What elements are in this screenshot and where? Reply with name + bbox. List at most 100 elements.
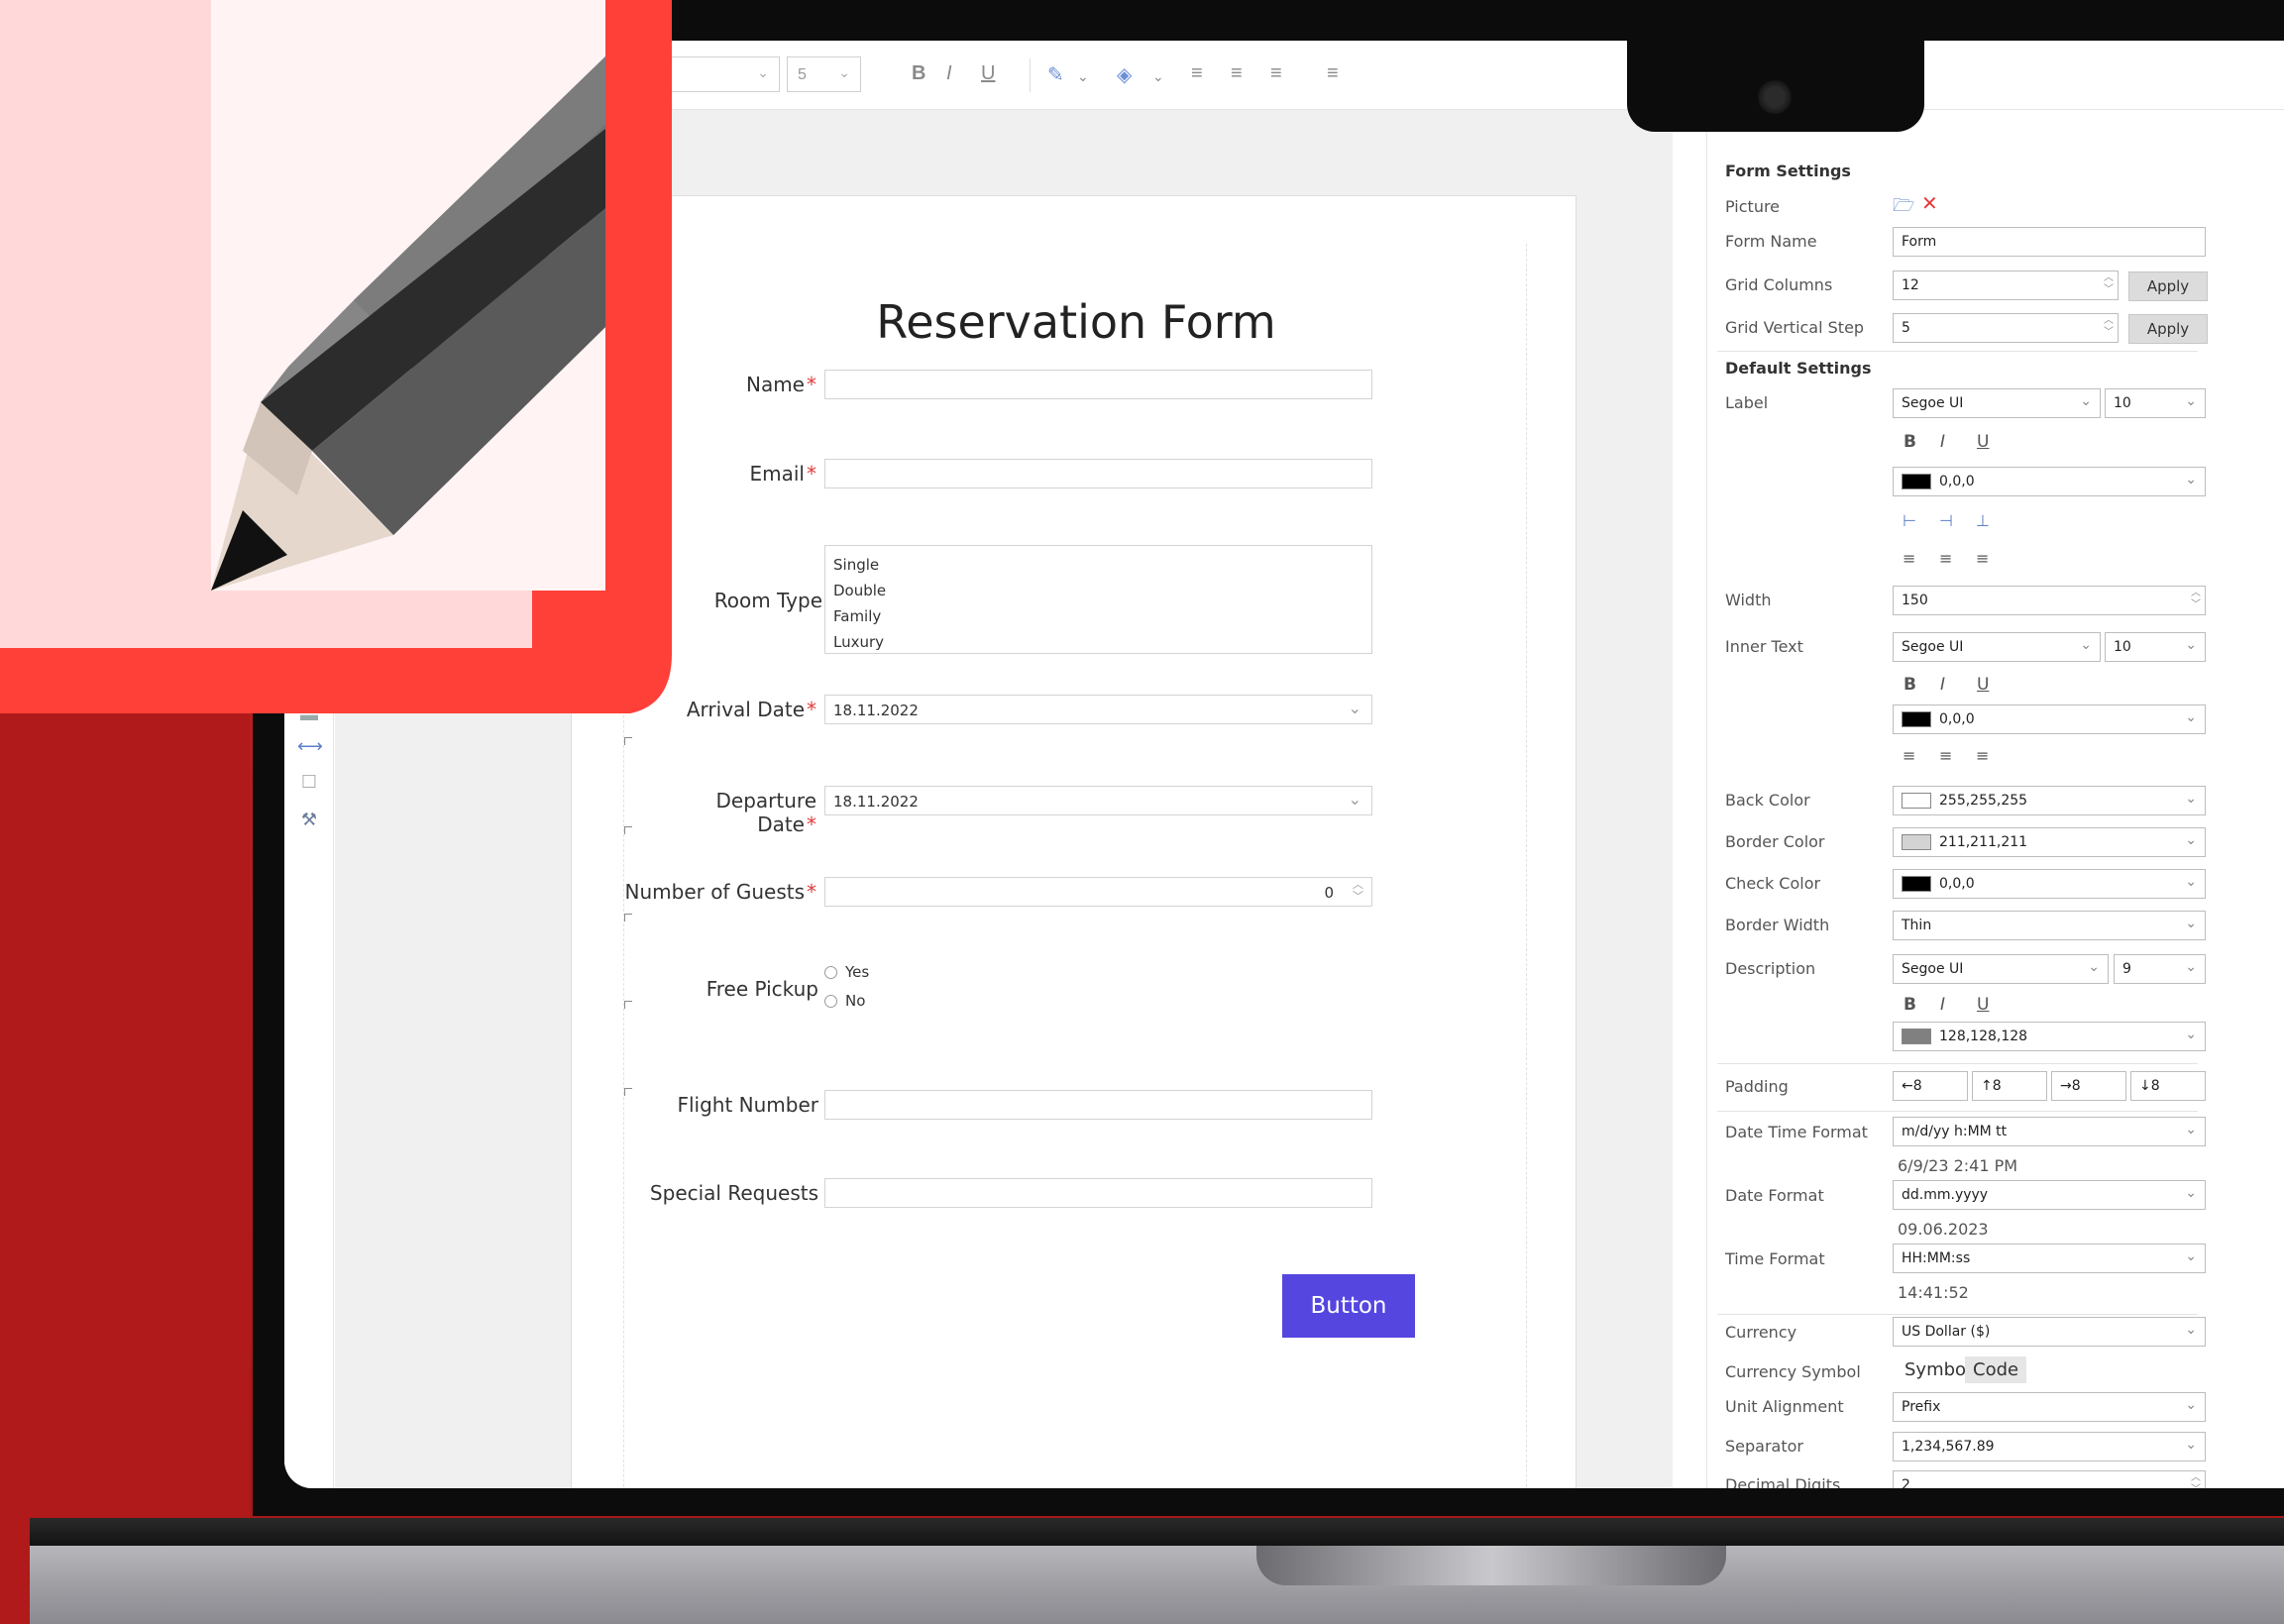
apply-grid-columns-button[interactable]: Apply <box>2128 271 2208 301</box>
inner-color-value: 0,0,0 <box>1939 711 1975 727</box>
label-underline-button[interactable]: U <box>1977 432 1989 452</box>
label-size-select[interactable]: 10 ⌄ <box>2105 388 2206 418</box>
name-input[interactable] <box>824 370 1372 399</box>
spinner-icon[interactable]: ︿﹀ <box>2104 272 2114 296</box>
arrival-date-picker[interactable]: 18.11.2022 ⌄ <box>824 695 1372 724</box>
label-bold-button[interactable]: B <box>1903 432 1916 452</box>
back-color-select[interactable]: 255,255,255 ⌄ <box>1893 786 2206 815</box>
submit-button[interactable]: Button <box>1282 1274 1415 1338</box>
align-left-icon[interactable]: ≡ <box>1191 62 1203 85</box>
check-color-select[interactable]: 0,0,0 ⌄ <box>1893 869 2206 899</box>
label-color-select[interactable]: 0,0,0 ⌄ <box>1893 467 2206 496</box>
room-type-label: Room Type <box>713 589 822 612</box>
align-justify-icon[interactable]: ≡ <box>1327 62 1339 85</box>
description-color-select[interactable]: 128,128,128 ⌄ <box>1893 1022 2206 1051</box>
spinner-icon[interactable]: ︿﹀ <box>2104 315 2114 339</box>
laptop-hinge <box>30 1518 2284 1548</box>
delete-x-icon[interactable]: ✕ <box>1921 191 1938 215</box>
guests-value: 0 <box>1324 884 1334 902</box>
guests-number-input[interactable]: 0 ︿ ﹀ <box>824 877 1372 907</box>
email-input[interactable] <box>824 459 1372 488</box>
pickup-no-radio[interactable]: No <box>824 992 865 1010</box>
folder-open-icon[interactable]: 🗁 <box>1893 193 1914 223</box>
separator-select[interactable]: 1,234,567.89 ⌄ <box>1893 1432 2206 1462</box>
list-item[interactable]: Single <box>833 552 1363 578</box>
bold-button[interactable]: B <box>912 62 925 85</box>
list-item[interactable]: Luxury <box>833 629 1363 655</box>
spinner-icon[interactable]: ︿﹀ <box>2191 588 2201 611</box>
italic-button[interactable]: I <box>946 62 952 85</box>
grid-columns-input[interactable]: 12 ︿ ﹀ <box>1893 271 2119 300</box>
align-center-icon[interactable]: ≡ <box>1231 62 1243 85</box>
datetime-format-select[interactable]: m/d/yy h:MM tt ⌄ <box>1893 1117 2206 1146</box>
chevron-down-icon[interactable]: ⌄ <box>1077 68 1089 85</box>
width-input[interactable]: 150 ︿ ﹀ <box>1893 586 2206 615</box>
box-tool-icon[interactable]: ☐ <box>297 772 321 793</box>
padding-top-input[interactable]: ↑8 <box>1972 1071 2047 1101</box>
room-type-list[interactable]: Single Double Family Luxury <box>824 545 1372 654</box>
label-position-left-icon[interactable]: ⊢ <box>1903 511 1916 530</box>
description-size-value: 9 <box>2122 961 2131 977</box>
underline-button[interactable]: U <box>981 62 995 85</box>
inner-underline-button[interactable]: U <box>1977 675 1989 695</box>
inner-align-left-icon[interactable]: ≡ <box>1903 746 1915 765</box>
time-format-value: HH:MM:ss <box>1902 1250 1971 1266</box>
form-name-input[interactable]: Form <box>1893 227 2206 257</box>
grid-step-input[interactable]: 5 ︿ ﹀ <box>1893 313 2119 343</box>
inner-italic-button[interactable]: I <box>1940 675 1945 695</box>
label-align-left-icon[interactable]: ≡ <box>1903 549 1915 568</box>
fill-color-icon[interactable]: ◈ <box>1117 62 1132 87</box>
hammer-tool-icon[interactable]: ⚒ <box>297 810 321 830</box>
grid-step-value: 5 <box>1902 320 1910 336</box>
guests-label-text: Number of Guests <box>624 880 806 904</box>
inner-font-select[interactable]: Segoe UI ⌄ <box>1893 632 2101 662</box>
required-mark: * <box>807 462 816 486</box>
inner-bold-button[interactable]: B <box>1903 675 1916 695</box>
label-font-label: Label <box>1725 393 1769 412</box>
label-font-select[interactable]: Segoe UI ⌄ <box>1893 388 2101 418</box>
inner-color-select[interactable]: 0,0,0 ⌄ <box>1893 704 2206 734</box>
description-size-select[interactable]: 9 ⌄ <box>2114 954 2206 984</box>
inner-align-right-icon[interactable]: ≡ <box>1976 746 1989 765</box>
departure-date-picker[interactable]: 18.11.2022 ⌄ <box>824 786 1372 815</box>
text-color-icon[interactable]: ✎ <box>1047 62 1064 87</box>
currency-select[interactable]: US Dollar ($) ⌄ <box>1893 1317 2206 1347</box>
label-align-center-icon[interactable]: ≡ <box>1939 549 1952 568</box>
font-size-select[interactable]: 5 ⌄ <box>787 56 861 92</box>
spinner-icon[interactable]: ︿﹀ <box>2191 1472 2201 1488</box>
label-position-top-icon[interactable]: ⊥ <box>1976 511 1990 530</box>
description-underline-button[interactable]: U <box>1977 995 1989 1015</box>
apply-grid-step-button[interactable]: Apply <box>2128 314 2208 344</box>
border-color-select[interactable]: 211,211,211 ⌄ <box>1893 827 2206 857</box>
stepper-icon[interactable]: ︿ ﹀ <box>1353 879 1363 903</box>
inner-size-select[interactable]: 10 ⌄ <box>2105 632 2206 662</box>
datetime-format-label: Date Time Format <box>1725 1123 1868 1141</box>
separator-value: 1,234,567.89 <box>1902 1439 1995 1455</box>
padding-right-input[interactable]: →8 <box>2051 1071 2126 1101</box>
pickup-yes-radio[interactable]: Yes <box>824 963 869 981</box>
label-align-right-icon[interactable]: ≡ <box>1976 549 1989 568</box>
inner-align-center-icon[interactable]: ≡ <box>1939 746 1952 765</box>
chevron-down-icon[interactable]: ⌄ <box>1152 68 1164 85</box>
line-tool-icon[interactable]: ⟷ <box>297 736 323 757</box>
padding-bottom-input[interactable]: ↓8 <box>2130 1071 2206 1101</box>
unit-alignment-select[interactable]: Prefix ⌄ <box>1893 1392 2206 1422</box>
description-italic-button[interactable]: I <box>1940 995 1945 1015</box>
border-width-select[interactable]: Thin ⌄ <box>1893 911 2206 940</box>
code-tab[interactable]: Code <box>1965 1356 2027 1383</box>
time-format-select[interactable]: HH:MM:ss ⌄ <box>1893 1244 2206 1273</box>
list-item[interactable]: Family <box>833 603 1363 629</box>
chevron-down-icon: ⌄ <box>2185 1322 2197 1338</box>
date-format-select[interactable]: dd.mm.yyyy ⌄ <box>1893 1180 2206 1210</box>
label-italic-button[interactable]: I <box>1940 432 1945 452</box>
description-bold-button[interactable]: B <box>1903 995 1916 1015</box>
special-requests-input[interactable] <box>824 1178 1372 1208</box>
padding-left-input[interactable]: ←8 <box>1893 1071 1968 1101</box>
decimal-digits-input[interactable]: 2 ︿﹀ <box>1893 1470 2206 1488</box>
description-font-select[interactable]: Segoe UI ⌄ <box>1893 954 2109 984</box>
list-item[interactable]: Double <box>833 578 1363 603</box>
arrival-date-label: Arrival Date * <box>668 698 816 721</box>
flight-number-input[interactable] <box>824 1090 1372 1120</box>
label-position-right-icon[interactable]: ⊣ <box>1939 511 1953 530</box>
align-right-icon[interactable]: ≡ <box>1270 62 1282 85</box>
